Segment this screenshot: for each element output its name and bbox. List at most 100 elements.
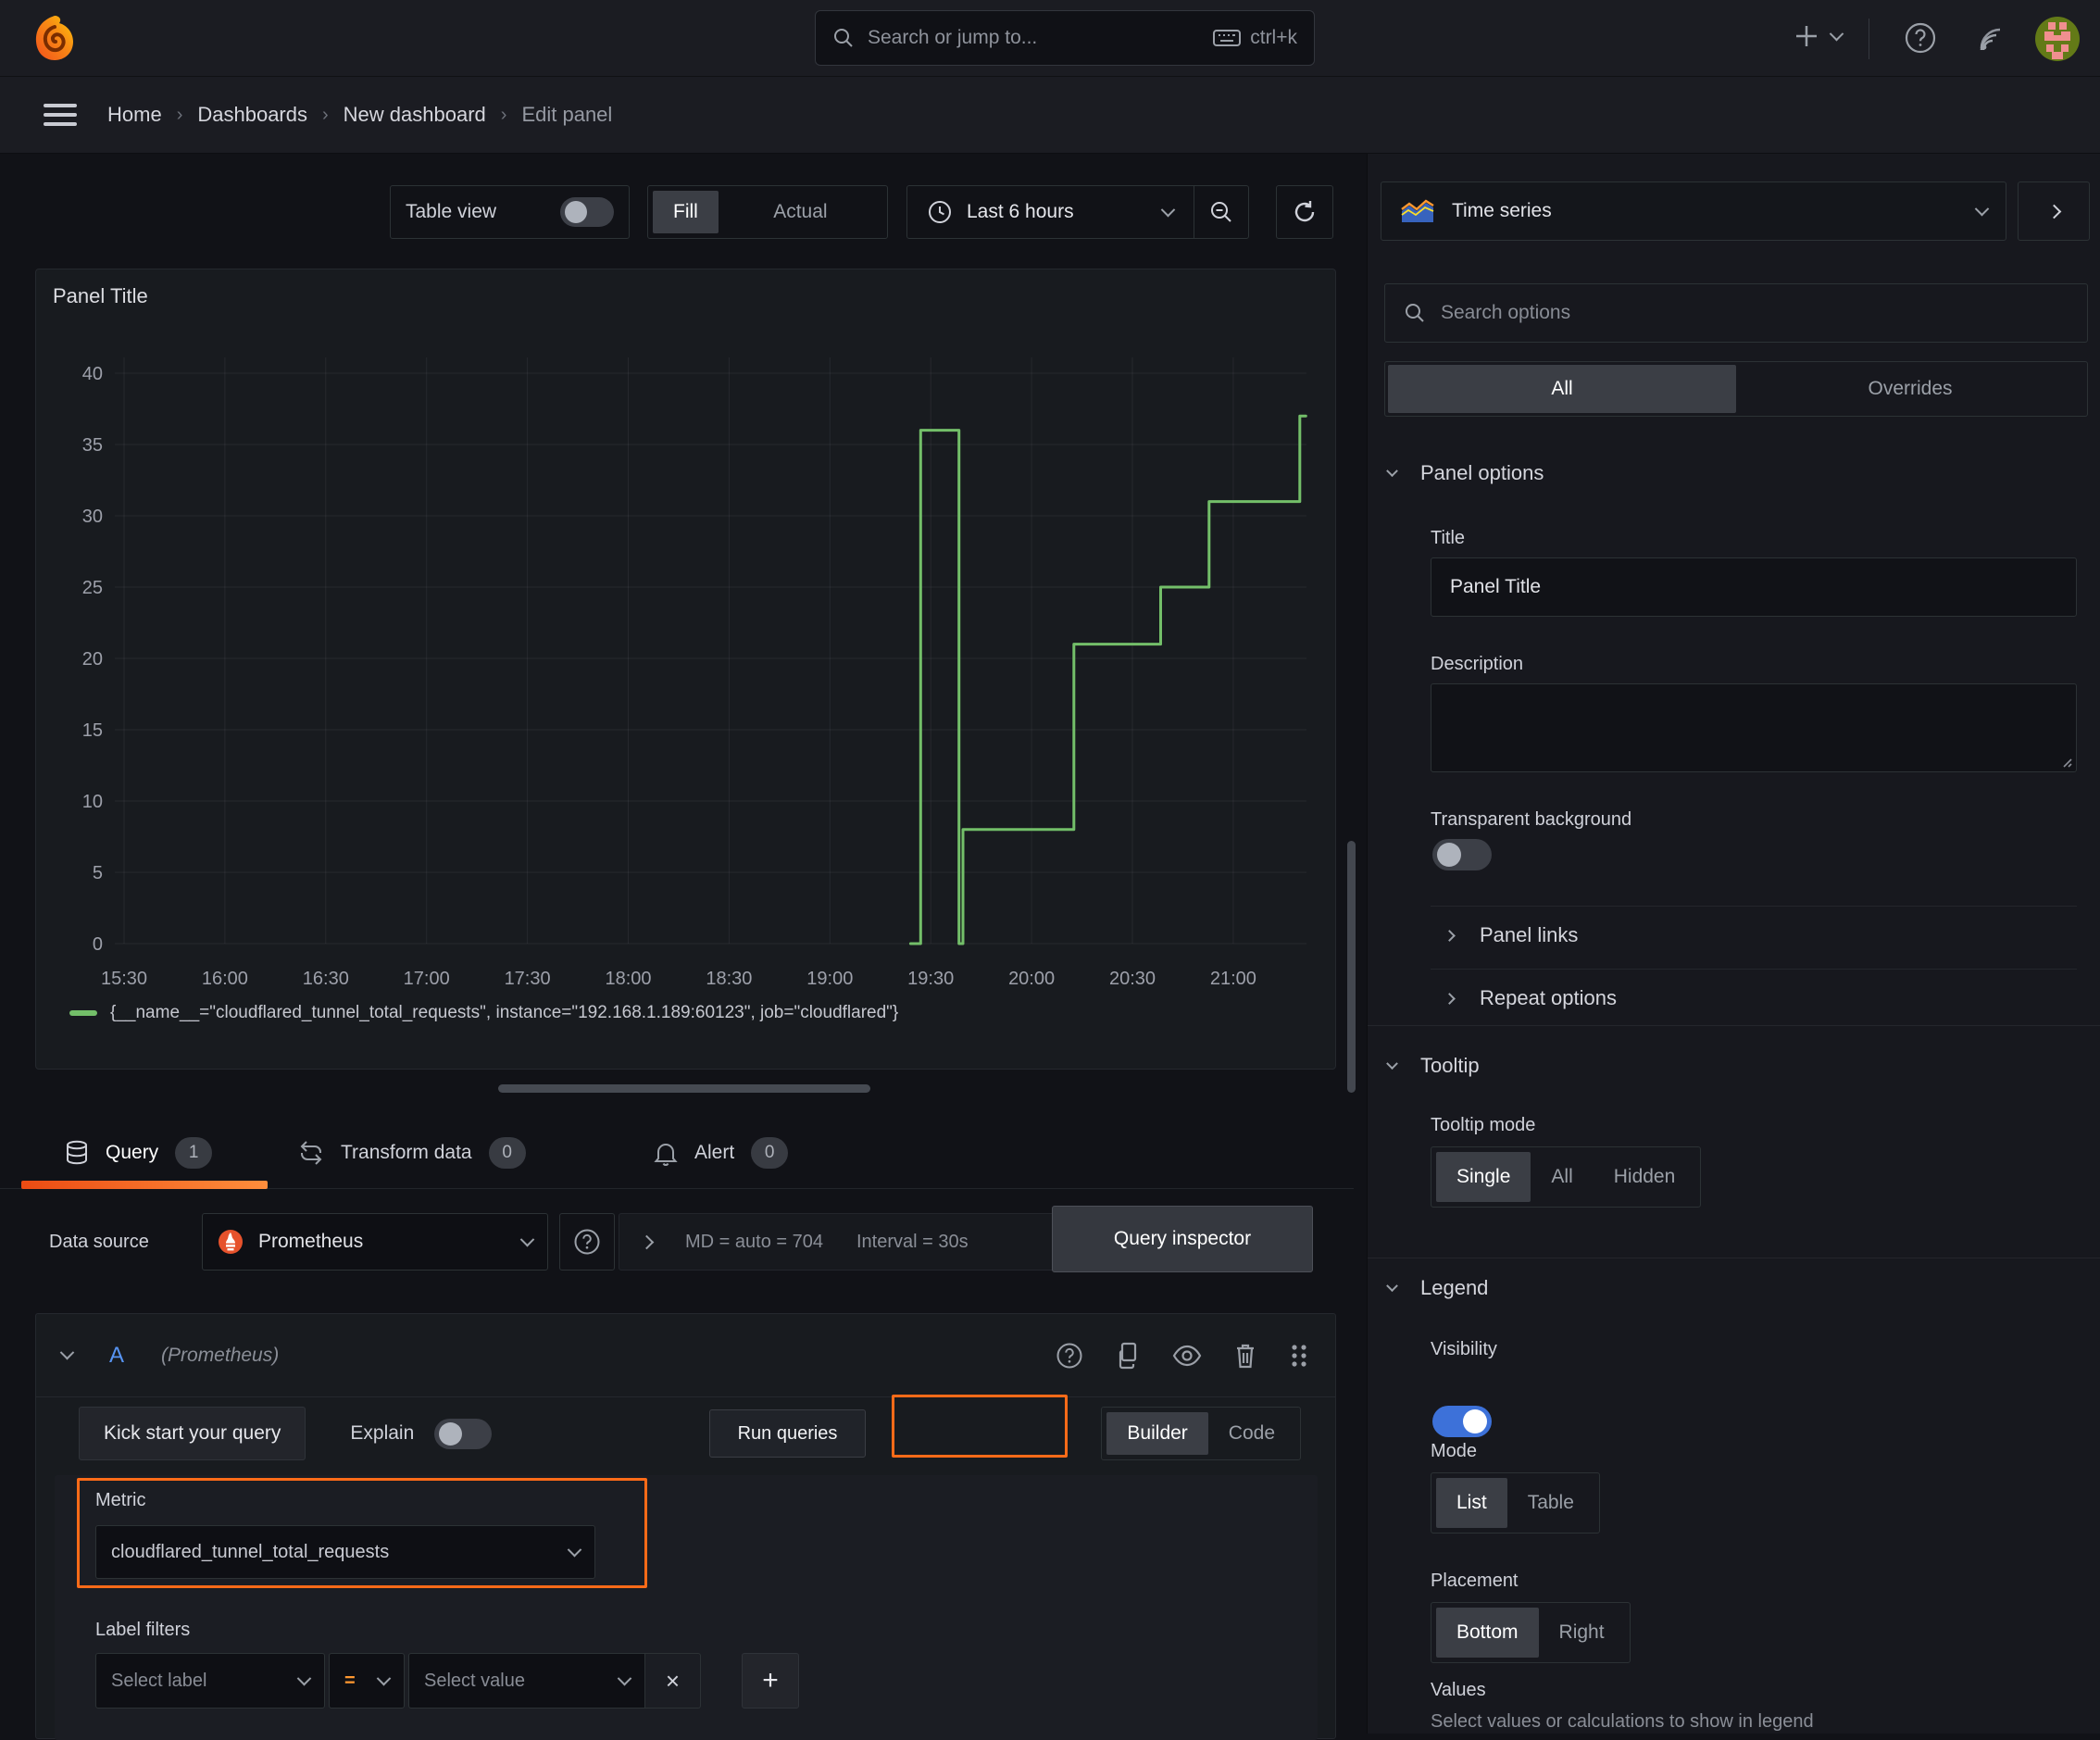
svg-text:21:00: 21:00 [1210, 969, 1256, 989]
transparent-bg-label: Transparent background [1431, 809, 1632, 830]
chevron-down-icon [617, 1671, 632, 1685]
tooltip-single-option[interactable]: Single [1436, 1152, 1531, 1202]
fill-option[interactable]: Fill [653, 191, 719, 233]
query-row-header: A (Prometheus) [36, 1314, 1335, 1397]
drag-handle-icon[interactable] [1289, 1342, 1309, 1370]
svg-text:20:30: 20:30 [1109, 969, 1156, 989]
svg-text:16:30: 16:30 [303, 969, 349, 989]
refresh-button[interactable] [1276, 185, 1333, 239]
legend-table-option[interactable]: Table [1507, 1478, 1594, 1528]
delete-query-icon[interactable] [1233, 1342, 1257, 1370]
global-search-input[interactable]: Search or jump to... ctrl+k [815, 10, 1315, 66]
title-input[interactable]: Panel Title [1431, 557, 2077, 617]
breadcrumb: Home › Dashboards › New dashboard › Edit… [107, 103, 613, 127]
chevron-down-icon [1160, 202, 1176, 217]
options-search-input[interactable]: Search options [1384, 283, 2088, 343]
hide-query-icon[interactable] [1172, 1344, 1202, 1368]
select-label-dropdown[interactable]: Select label [95, 1653, 325, 1709]
panel-links-section[interactable]: Panel links [1444, 915, 1578, 956]
placement-bottom-option[interactable]: Bottom [1436, 1608, 1539, 1658]
svg-text:5: 5 [93, 863, 103, 883]
legend-series-name[interactable]: {__name__="cloudflared_tunnel_total_requ… [110, 1003, 898, 1023]
avatar[interactable] [2035, 17, 2080, 61]
panel-title[interactable]: Panel Title [53, 284, 148, 308]
actual-option[interactable]: Actual [719, 191, 882, 233]
tooltip-all-option[interactable]: All [1531, 1152, 1593, 1202]
query-inspector-button[interactable]: Query inspector [1052, 1206, 1313, 1272]
remove-filter-button[interactable]: × [645, 1653, 701, 1709]
visualization-picker[interactable]: Time series [1381, 182, 2006, 241]
chevron-down-icon [567, 1542, 582, 1557]
tooltip-header[interactable]: Tooltip [1386, 1054, 1480, 1078]
select-value-dropdown[interactable]: Select value [408, 1653, 645, 1709]
code-option[interactable]: Code [1208, 1412, 1295, 1455]
toggle-viz-pane-button[interactable] [2018, 182, 2090, 241]
tab-all[interactable]: All [1388, 365, 1736, 413]
chart-legend: {__name__="cloudflared_tunnel_total_requ… [69, 1003, 898, 1023]
legend-visibility-toggle[interactable] [1432, 1406, 1492, 1437]
kick-start-button[interactable]: Kick start your query [79, 1407, 306, 1460]
datasource-help-button[interactable] [559, 1213, 615, 1271]
breadcrumb-dashboards[interactable]: Dashboards [197, 103, 307, 127]
options-pane: Time series Search options All Overrides… [1367, 154, 2100, 1734]
svg-text:0: 0 [93, 934, 103, 955]
query-options-strip[interactable]: MD = auto = 704 Interval = 30s [619, 1213, 1124, 1271]
query-editor-card: A (Prometheus) Kick start your query Exp… [35, 1313, 1336, 1740]
svg-text:19:30: 19:30 [907, 969, 954, 989]
svg-text:17:30: 17:30 [505, 969, 551, 989]
time-range-picker[interactable]: Last 6 hours [907, 186, 1194, 238]
datasource-picker[interactable]: Prometheus [202, 1213, 548, 1271]
tab-transform-data[interactable]: Transform data 0 [298, 1117, 526, 1189]
operator-dropdown[interactable]: = [329, 1653, 405, 1709]
legend-placement-label: Placement [1431, 1571, 1519, 1591]
tab-query[interactable]: Query 1 [65, 1117, 213, 1189]
svg-text:30: 30 [82, 507, 103, 527]
tooltip-hidden-option[interactable]: Hidden [1594, 1152, 1696, 1202]
zoom-out-button[interactable] [1194, 186, 1248, 238]
panel-resize-handle[interactable] [498, 1084, 870, 1093]
query-help-icon[interactable] [1056, 1342, 1083, 1370]
run-queries-button[interactable]: Run queries [708, 1409, 867, 1458]
menu-icon[interactable] [43, 101, 78, 129]
transform-icon [298, 1140, 324, 1166]
chevron-down-icon [519, 1232, 535, 1246]
chevron-down-icon [1386, 1057, 1398, 1070]
active-tab-underline [21, 1181, 268, 1189]
builder-option[interactable]: Builder [1106, 1412, 1208, 1455]
search-shortcut: ctrl+k [1250, 27, 1297, 48]
breadcrumb-home[interactable]: Home [107, 103, 162, 127]
description-textarea[interactable] [1431, 683, 2077, 772]
tab-transform-count: 0 [488, 1137, 526, 1169]
new-button[interactable] [1793, 22, 1844, 50]
news-rss-button[interactable] [1974, 22, 2007, 56]
help-button[interactable] [1904, 21, 1937, 55]
explain-toggle[interactable] [434, 1418, 493, 1449]
legend-header[interactable]: Legend [1386, 1276, 1488, 1300]
svg-text:15:30: 15:30 [101, 969, 147, 989]
tab-overrides[interactable]: Overrides [1736, 365, 2084, 413]
collapse-query-icon[interactable] [59, 1345, 75, 1360]
legend-list-option[interactable]: List [1436, 1478, 1507, 1528]
fill-actual-switch: Fill Actual [647, 185, 888, 239]
panel-options-header[interactable]: Panel options [1386, 461, 1544, 485]
legend-values-label: Values [1431, 1680, 1486, 1700]
duplicate-query-icon[interactable] [1115, 1342, 1141, 1370]
query-ref-id[interactable]: A [109, 1343, 124, 1369]
metric-select[interactable]: cloudflared_tunnel_total_requests [95, 1525, 595, 1579]
scrollbar-thumb[interactable] [1347, 841, 1356, 1093]
datasource-label: Data source [49, 1231, 149, 1252]
table-view-toggle[interactable] [560, 197, 614, 227]
plus-icon [1793, 22, 1820, 50]
time-series-chart[interactable]: 0 5 10 15 20 25 30 35 40 15:30 16:00 16:30 17:00 17:3… [36, 325, 1337, 1015]
grafana-logo[interactable] [31, 14, 78, 62]
placement-right-option[interactable]: Right [1539, 1608, 1625, 1658]
transparent-bg-toggle[interactable] [1432, 839, 1492, 870]
svg-text:16:00: 16:00 [202, 969, 248, 989]
add-filter-button[interactable]: + [742, 1653, 799, 1709]
breadcrumb-new-dashboard[interactable]: New dashboard [344, 103, 486, 127]
legend-mode-label: Mode [1431, 1441, 1478, 1461]
repeat-options-section[interactable]: Repeat options [1444, 978, 1617, 1019]
svg-text:18:30: 18:30 [706, 969, 752, 989]
tab-alert[interactable]: Alert 0 [654, 1117, 789, 1189]
clock-icon [928, 200, 952, 224]
